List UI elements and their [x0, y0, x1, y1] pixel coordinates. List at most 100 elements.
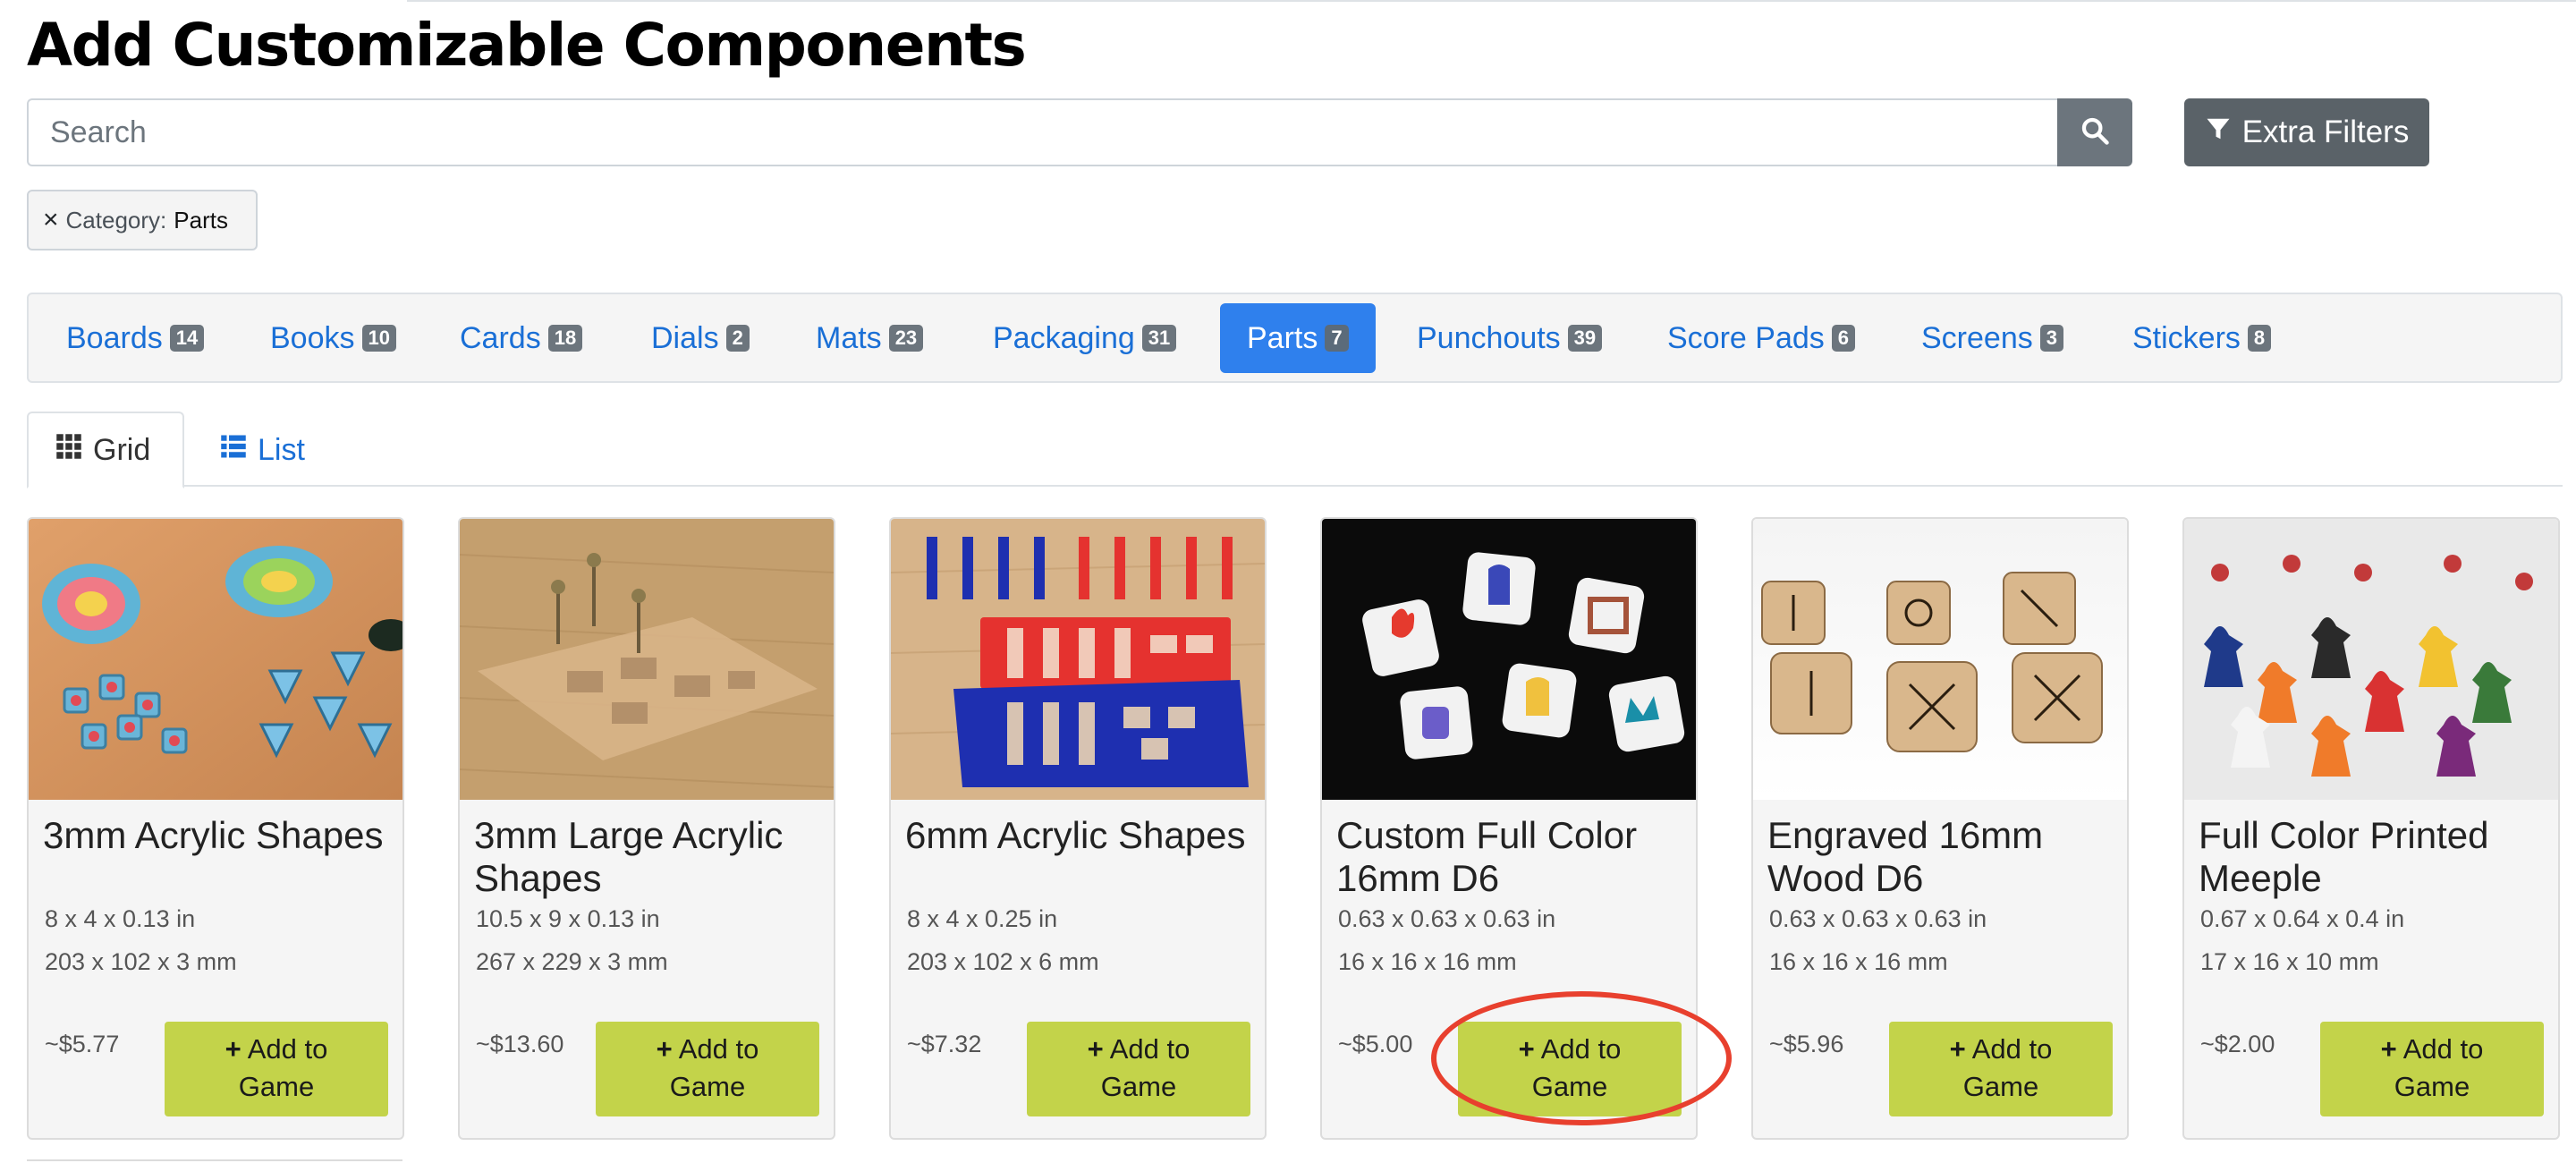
- plus-icon: +: [1949, 1033, 1966, 1065]
- price: ~$5.77: [45, 1031, 120, 1057]
- grid-icon: [55, 433, 82, 468]
- dimensions-inches: 8 x 4 x 0.25 in: [907, 905, 1058, 932]
- tab-label: Stickers: [2132, 320, 2241, 355]
- product-card: Full Color Printed Meeple 0.67 x 0.64 x …: [2182, 517, 2560, 1140]
- tab-score-pads[interactable]: Score Pads 6: [1667, 303, 1856, 373]
- filter-label: Category:: [65, 206, 167, 233]
- dimensions-mm: 203 x 102 x 3 mm: [45, 948, 237, 975]
- remove-filter-icon[interactable]: ×: [43, 205, 59, 235]
- tab-label: Books: [270, 320, 355, 355]
- product-title[interactable]: Full Color Printed Meeple: [2199, 814, 2551, 900]
- plus-icon: +: [2380, 1033, 2397, 1065]
- add-to-game-button[interactable]: + Add to Game: [1458, 1022, 1682, 1116]
- add-to-game-button[interactable]: + Add to Game: [1027, 1022, 1250, 1116]
- add-label-2: Game: [1962, 1071, 2039, 1102]
- dimensions-inches: 0.63 x 0.63 x 0.63 in: [1769, 905, 1987, 932]
- product-title[interactable]: 3mm Acrylic Shapes: [43, 814, 395, 857]
- plus-icon: +: [656, 1033, 673, 1065]
- tab-stickers[interactable]: Stickers 8: [2132, 303, 2272, 373]
- tab-screens[interactable]: Screens 3: [1921, 303, 2063, 373]
- extra-filters-button[interactable]: Extra Filters: [2184, 98, 2429, 166]
- page-title: Add Customizable Components: [27, 11, 1027, 80]
- tab-books[interactable]: Books 10: [270, 303, 396, 373]
- tab-mats[interactable]: Mats 23: [816, 303, 924, 373]
- product-image[interactable]: [2184, 519, 2558, 800]
- dimensions-inches: 10.5 x 9 x 0.13 in: [476, 905, 660, 932]
- product-title[interactable]: 6mm Acrylic Shapes: [905, 814, 1258, 857]
- add-label-1: Add to: [1540, 1033, 1622, 1065]
- dimensions-mm: 16 x 16 x 16 mm: [1769, 948, 1948, 975]
- product-card: 3mm Acrylic Shapes 8 x 4 x 0.13 in 203 x…: [27, 517, 404, 1140]
- product-image[interactable]: [460, 519, 834, 800]
- top-rule: [0, 0, 2576, 2]
- product-card: Custom Full Color 16mm D6 0.63 x 0.63 x …: [1320, 517, 1698, 1140]
- dimensions-mm: 203 x 102 x 6 mm: [907, 948, 1099, 975]
- tab-label: Mats: [816, 320, 882, 355]
- tab-boards[interactable]: Boards 14: [66, 303, 205, 373]
- tab-label: Grid: [93, 432, 151, 467]
- product-image[interactable]: [29, 519, 402, 800]
- dimensions-mm: 267 x 229 x 3 mm: [476, 948, 668, 975]
- search-bar: [27, 98, 2132, 166]
- category-tabs: Boards 14 Books 10 Cards 18 Dials 2 Mats 23 P…: [27, 293, 2563, 383]
- add-to-game-button[interactable]: + Add to Game: [1889, 1022, 2113, 1116]
- tab-label: Score Pads: [1667, 320, 1825, 355]
- filter-value: Parts: [174, 206, 228, 233]
- active-filter-chip: × Category: Parts: [27, 190, 258, 250]
- tab-cards[interactable]: Cards 18: [460, 303, 583, 373]
- product-card: 3mm Large Acrylic Shapes 10.5 x 9 x 0.13…: [458, 517, 835, 1140]
- add-label-1: Add to: [2402, 1033, 2484, 1065]
- add-label-2: Game: [1100, 1071, 1177, 1102]
- plus-icon: +: [225, 1033, 242, 1065]
- filter-icon: [2205, 115, 2232, 150]
- tab-grid[interactable]: Grid: [27, 412, 184, 488]
- product-image[interactable]: [891, 519, 1265, 800]
- dimensions-mm: 17 x 16 x 10 mm: [2200, 948, 2379, 975]
- add-to-game-button[interactable]: + Add to Game: [2320, 1022, 2544, 1116]
- product-card: 6mm Acrylic Shapes 8 x 4 x 0.25 in 203 x…: [889, 517, 1267, 1140]
- list-icon: [220, 433, 247, 468]
- product-card: Engraved 16mm Wood D6 0.63 x 0.63 x 0.63…: [1751, 517, 2129, 1140]
- count-badge: 6: [1831, 325, 1856, 352]
- dimensions-inches: 0.63 x 0.63 x 0.63 in: [1338, 905, 1556, 932]
- add-to-game-button[interactable]: + Add to Game: [165, 1022, 388, 1116]
- count-badge: 23: [888, 325, 924, 352]
- add-label-2: Game: [2394, 1071, 2470, 1102]
- price: ~$5.96: [1769, 1031, 1844, 1057]
- add-label-1: Add to: [1971, 1033, 2053, 1065]
- dimensions-inches: 0.67 x 0.64 x 0.4 in: [2200, 905, 2405, 932]
- product-title[interactable]: 3mm Large Acrylic Shapes: [474, 814, 826, 900]
- next-row-edge: [27, 1159, 402, 1161]
- count-badge: 18: [547, 325, 583, 352]
- add-to-game-button[interactable]: + Add to Game: [596, 1022, 819, 1116]
- tab-dials[interactable]: Dials 2: [651, 303, 750, 373]
- tab-packaging[interactable]: Packaging 31: [993, 303, 1177, 373]
- count-badge: 39: [1567, 325, 1603, 352]
- product-image[interactable]: [1753, 519, 2127, 800]
- tab-label: Parts: [1247, 320, 1318, 355]
- search-button[interactable]: [2057, 98, 2132, 166]
- count-badge: 2: [725, 325, 750, 352]
- search-icon: [2080, 115, 2110, 150]
- tab-parts[interactable]: Parts 7: [1220, 303, 1376, 373]
- price: ~$5.00: [1338, 1031, 1413, 1057]
- product-title[interactable]: Custom Full Color 16mm D6: [1336, 814, 1689, 900]
- count-badge: 31: [1141, 325, 1177, 352]
- product-image[interactable]: [1322, 519, 1696, 800]
- tab-punchouts[interactable]: Punchouts 39: [1417, 303, 1603, 373]
- add-label-2: Game: [1531, 1071, 1608, 1102]
- count-badge: 3: [2039, 325, 2063, 352]
- tab-label: Boards: [66, 320, 163, 355]
- product-title[interactable]: Engraved 16mm Wood D6: [1767, 814, 2120, 900]
- count-badge: 8: [2247, 325, 2272, 352]
- price: ~$13.60: [476, 1031, 564, 1057]
- count-badge: 14: [169, 325, 205, 352]
- tab-list[interactable]: List: [193, 412, 332, 488]
- plus-icon: +: [1087, 1033, 1104, 1065]
- price: ~$7.32: [907, 1031, 982, 1057]
- extra-filters-label: Extra Filters: [2241, 115, 2410, 149]
- price: ~$2.00: [2200, 1031, 2275, 1057]
- dimensions-mm: 16 x 16 x 16 mm: [1338, 948, 1517, 975]
- tab-label: Dials: [651, 320, 719, 355]
- search-input[interactable]: [27, 98, 2057, 166]
